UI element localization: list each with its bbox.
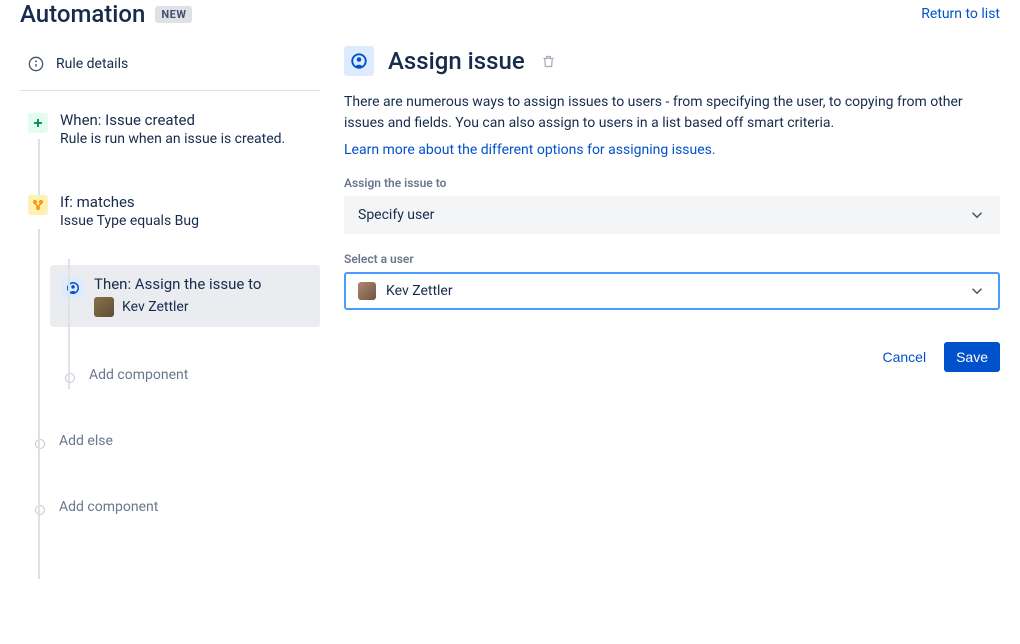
panel-title: Assign issue: [388, 47, 525, 75]
action-assignee: Kev Zettler: [122, 299, 189, 315]
learn-more-link[interactable]: Learn more about the different options f…: [344, 142, 716, 158]
assign-to-value: Specify user: [358, 207, 434, 223]
condition-node[interactable]: If: matches Issue Type equals Bug: [20, 181, 320, 235]
plus-icon: [28, 113, 48, 133]
select-user-label: Select a user: [344, 252, 1000, 266]
add-component-label: Add component: [89, 367, 188, 383]
select-user-select[interactable]: Kev Zettler: [344, 272, 1000, 310]
rule-sidebar: Rule details When: Issue created Rule is…: [20, 46, 320, 515]
page-title: Automation: [20, 0, 145, 28]
assign-icon: [62, 277, 84, 299]
empty-circle-icon: [35, 505, 45, 515]
trash-icon[interactable]: [541, 54, 556, 69]
condition-title: If: matches: [60, 193, 312, 211]
action-node[interactable]: Then: Assign the issue to Kev Zettler: [50, 265, 320, 327]
assign-to-label: Assign the issue to: [344, 176, 1000, 190]
add-component-outer[interactable]: Add component: [30, 499, 320, 515]
rule-details-label: Rule details: [56, 56, 128, 72]
assign-to-select[interactable]: Specify user: [344, 196, 1000, 234]
chevron-down-icon: [968, 206, 986, 224]
return-to-list-link[interactable]: Return to list: [921, 6, 1000, 22]
main-panel: Assign issue There are numerous ways to …: [320, 46, 1000, 515]
add-else-label: Add else: [59, 433, 113, 449]
avatar: [94, 297, 114, 317]
add-else[interactable]: Add else: [30, 433, 320, 449]
action-title: Then: Assign the issue to: [94, 275, 308, 293]
cancel-button[interactable]: Cancel: [870, 342, 938, 372]
empty-circle-icon: [35, 439, 45, 449]
new-badge: NEW: [155, 6, 192, 23]
trigger-subtitle: Rule is run when an issue is created.: [60, 131, 312, 147]
avatar: [358, 282, 376, 300]
empty-circle-icon: [65, 373, 75, 383]
branch-icon: [28, 195, 48, 215]
assign-icon: [344, 46, 374, 76]
add-component-label: Add component: [59, 499, 158, 515]
save-button[interactable]: Save: [944, 342, 1000, 372]
trigger-title: When: Issue created: [60, 111, 312, 129]
panel-description: There are numerous ways to assign issues…: [344, 92, 1000, 134]
condition-subtitle: Issue Type equals Bug: [60, 213, 312, 229]
add-component-inner[interactable]: Add component: [60, 367, 320, 383]
chevron-down-icon: [968, 282, 986, 300]
info-icon: [28, 56, 44, 72]
trigger-node[interactable]: When: Issue created Rule is run when an …: [20, 99, 320, 153]
rule-details-link[interactable]: Rule details: [20, 46, 320, 91]
select-user-value: Kev Zettler: [386, 283, 453, 299]
